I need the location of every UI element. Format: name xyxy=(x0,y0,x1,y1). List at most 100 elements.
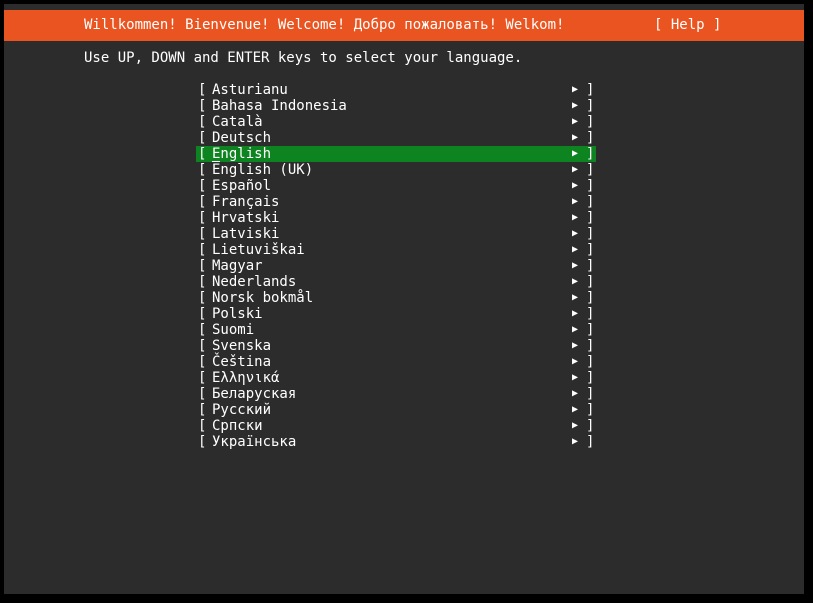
arrow-right-icon: ▶ xyxy=(572,164,579,175)
arrow-right-icon: ▶ xyxy=(572,148,579,159)
right-bracket: ] xyxy=(586,402,595,418)
left-bracket: [ xyxy=(198,226,207,242)
arrow-right-icon: ▶ xyxy=(572,100,579,111)
arrow-right-icon: ▶ xyxy=(572,116,579,127)
language-label: Latviski xyxy=(212,226,280,242)
right-bracket: ] xyxy=(586,242,595,258)
right-bracket: ] xyxy=(586,322,595,338)
left-bracket: [ xyxy=(198,258,207,274)
language-option[interactable]: [ Bahasa Indonesia ▶] xyxy=(196,98,596,114)
right-bracket: ] xyxy=(586,162,595,178)
right-bracket: ] xyxy=(586,258,595,274)
arrow-right-icon: ▶ xyxy=(572,340,579,351)
arrow-right-icon: ▶ xyxy=(572,260,579,271)
language-option[interactable]: [Català ▶] xyxy=(196,114,596,130)
language-label: Ελληνικά xyxy=(212,370,280,386)
language-option[interactable]: [ English ▶] xyxy=(196,146,596,162)
arrow-right-icon: ▶ xyxy=(572,436,579,447)
language-label: Hrvatski xyxy=(212,210,280,226)
right-bracket: ] xyxy=(586,306,595,322)
left-bracket: [ xyxy=(198,402,207,418)
arrow-right-icon: ▶ xyxy=(572,372,579,383)
welcome-title: Willkommen! Bienvenue! Welcome! Добро по… xyxy=(84,17,565,33)
left-bracket: [ xyxy=(198,418,207,434)
language-label: English (UK) xyxy=(212,162,314,178)
language-option[interactable]: [Svenska ▶] xyxy=(196,338,596,354)
right-bracket: ] xyxy=(586,274,595,290)
left-bracket: [ xyxy=(198,242,207,258)
language-label: Русский xyxy=(212,402,272,418)
language-label: English xyxy=(212,146,272,162)
arrow-right-icon: ▶ xyxy=(572,196,579,207)
left-bracket: [ xyxy=(198,290,207,306)
right-bracket: ] xyxy=(586,338,595,354)
language-label: Norsk bokmål xyxy=(212,290,314,306)
right-bracket: ] xyxy=(586,114,595,130)
arrow-right-icon: ▶ xyxy=(572,132,579,143)
language-label: Українська xyxy=(212,434,297,450)
language-option[interactable]: [Ελληνικά ▶] xyxy=(196,370,596,386)
language-label: Español xyxy=(212,178,272,194)
language-option[interactable]: [Español ▶] xyxy=(196,178,596,194)
language-option[interactable]: [ Српски ▶] xyxy=(196,418,596,434)
language-option[interactable]: [ Norsk bokmål ▶] xyxy=(196,290,596,306)
right-bracket: ] xyxy=(586,354,595,370)
language-option[interactable]: [ Русский ▶] xyxy=(196,402,596,418)
language-option[interactable]: [Nederlands ▶] xyxy=(196,274,596,290)
left-bracket: [ xyxy=(198,178,207,194)
language-label: Français xyxy=(212,194,280,210)
arrow-right-icon: ▶ xyxy=(572,404,579,415)
arrow-right-icon: ▶ xyxy=(572,228,579,239)
left-bracket: [ xyxy=(198,338,207,354)
left-bracket: [ xyxy=(198,82,207,98)
right-bracket: ] xyxy=(586,418,595,434)
arrow-right-icon: ▶ xyxy=(572,244,579,255)
arrow-right-icon: ▶ xyxy=(572,420,579,431)
language-option[interactable]: [Latviski ▶] xyxy=(196,226,596,242)
language-option[interactable]: [Hrvatski ▶] xyxy=(196,210,596,226)
language-option[interactable]: [ Čeština ▶] xyxy=(196,354,596,370)
language-label: Suomi xyxy=(212,322,255,338)
arrow-right-icon: ▶ xyxy=(572,84,579,95)
right-bracket: ] xyxy=(586,434,595,450)
right-bracket: ] xyxy=(586,146,595,162)
right-bracket: ] xyxy=(586,98,595,114)
arrow-right-icon: ▶ xyxy=(572,356,579,367)
language-option[interactable]: [ Asturianu ▶] xyxy=(196,82,596,98)
language-option[interactable]: [Українська ▶] xyxy=(196,434,596,450)
language-label: Српски xyxy=(212,418,263,434)
arrow-right-icon: ▶ xyxy=(572,180,579,191)
right-bracket: ] xyxy=(586,210,595,226)
left-bracket: [ xyxy=(198,274,207,290)
instructions-text: Use UP, DOWN and ENTER keys to select yo… xyxy=(84,50,523,66)
right-bracket: ] xyxy=(586,194,595,210)
language-label: Català xyxy=(212,114,263,130)
language-option[interactable]: [Deutsch ▶] xyxy=(196,130,596,146)
right-bracket: ] xyxy=(586,386,595,402)
help-button[interactable]: [ Help ] xyxy=(654,17,721,33)
language-label: Magyar xyxy=(212,258,263,274)
language-label: Bahasa Indonesia xyxy=(212,98,347,114)
language-label: Čeština xyxy=(212,354,272,370)
left-bracket: [ xyxy=(198,354,207,370)
arrow-right-icon: ▶ xyxy=(572,292,579,303)
language-option[interactable]: [Беларуская ▶] xyxy=(196,386,596,402)
language-option[interactable]: [English (UK) ▶] xyxy=(196,162,596,178)
left-bracket: [ xyxy=(198,146,207,162)
installer-screen: Willkommen! Bienvenue! Welcome! Добро по… xyxy=(4,4,804,594)
right-bracket: ] xyxy=(586,130,595,146)
language-option[interactable]: [Polski ▶] xyxy=(196,306,596,322)
language-option[interactable]: [Français ▶] xyxy=(196,194,596,210)
left-bracket: [ xyxy=(198,130,207,146)
language-option[interactable]: [ Magyar ▶] xyxy=(196,258,596,274)
language-option[interactable]: [Lietuviškai ▶] xyxy=(196,242,596,258)
language-label: Asturianu xyxy=(212,82,288,98)
left-bracket: [ xyxy=(198,386,207,402)
left-bracket: [ xyxy=(198,98,207,114)
right-bracket: ] xyxy=(586,290,595,306)
right-bracket: ] xyxy=(586,82,595,98)
language-option[interactable]: [Suomi ▶] xyxy=(196,322,596,338)
arrow-right-icon: ▶ xyxy=(572,276,579,287)
arrow-right-icon: ▶ xyxy=(572,308,579,319)
left-bracket: [ xyxy=(198,322,207,338)
